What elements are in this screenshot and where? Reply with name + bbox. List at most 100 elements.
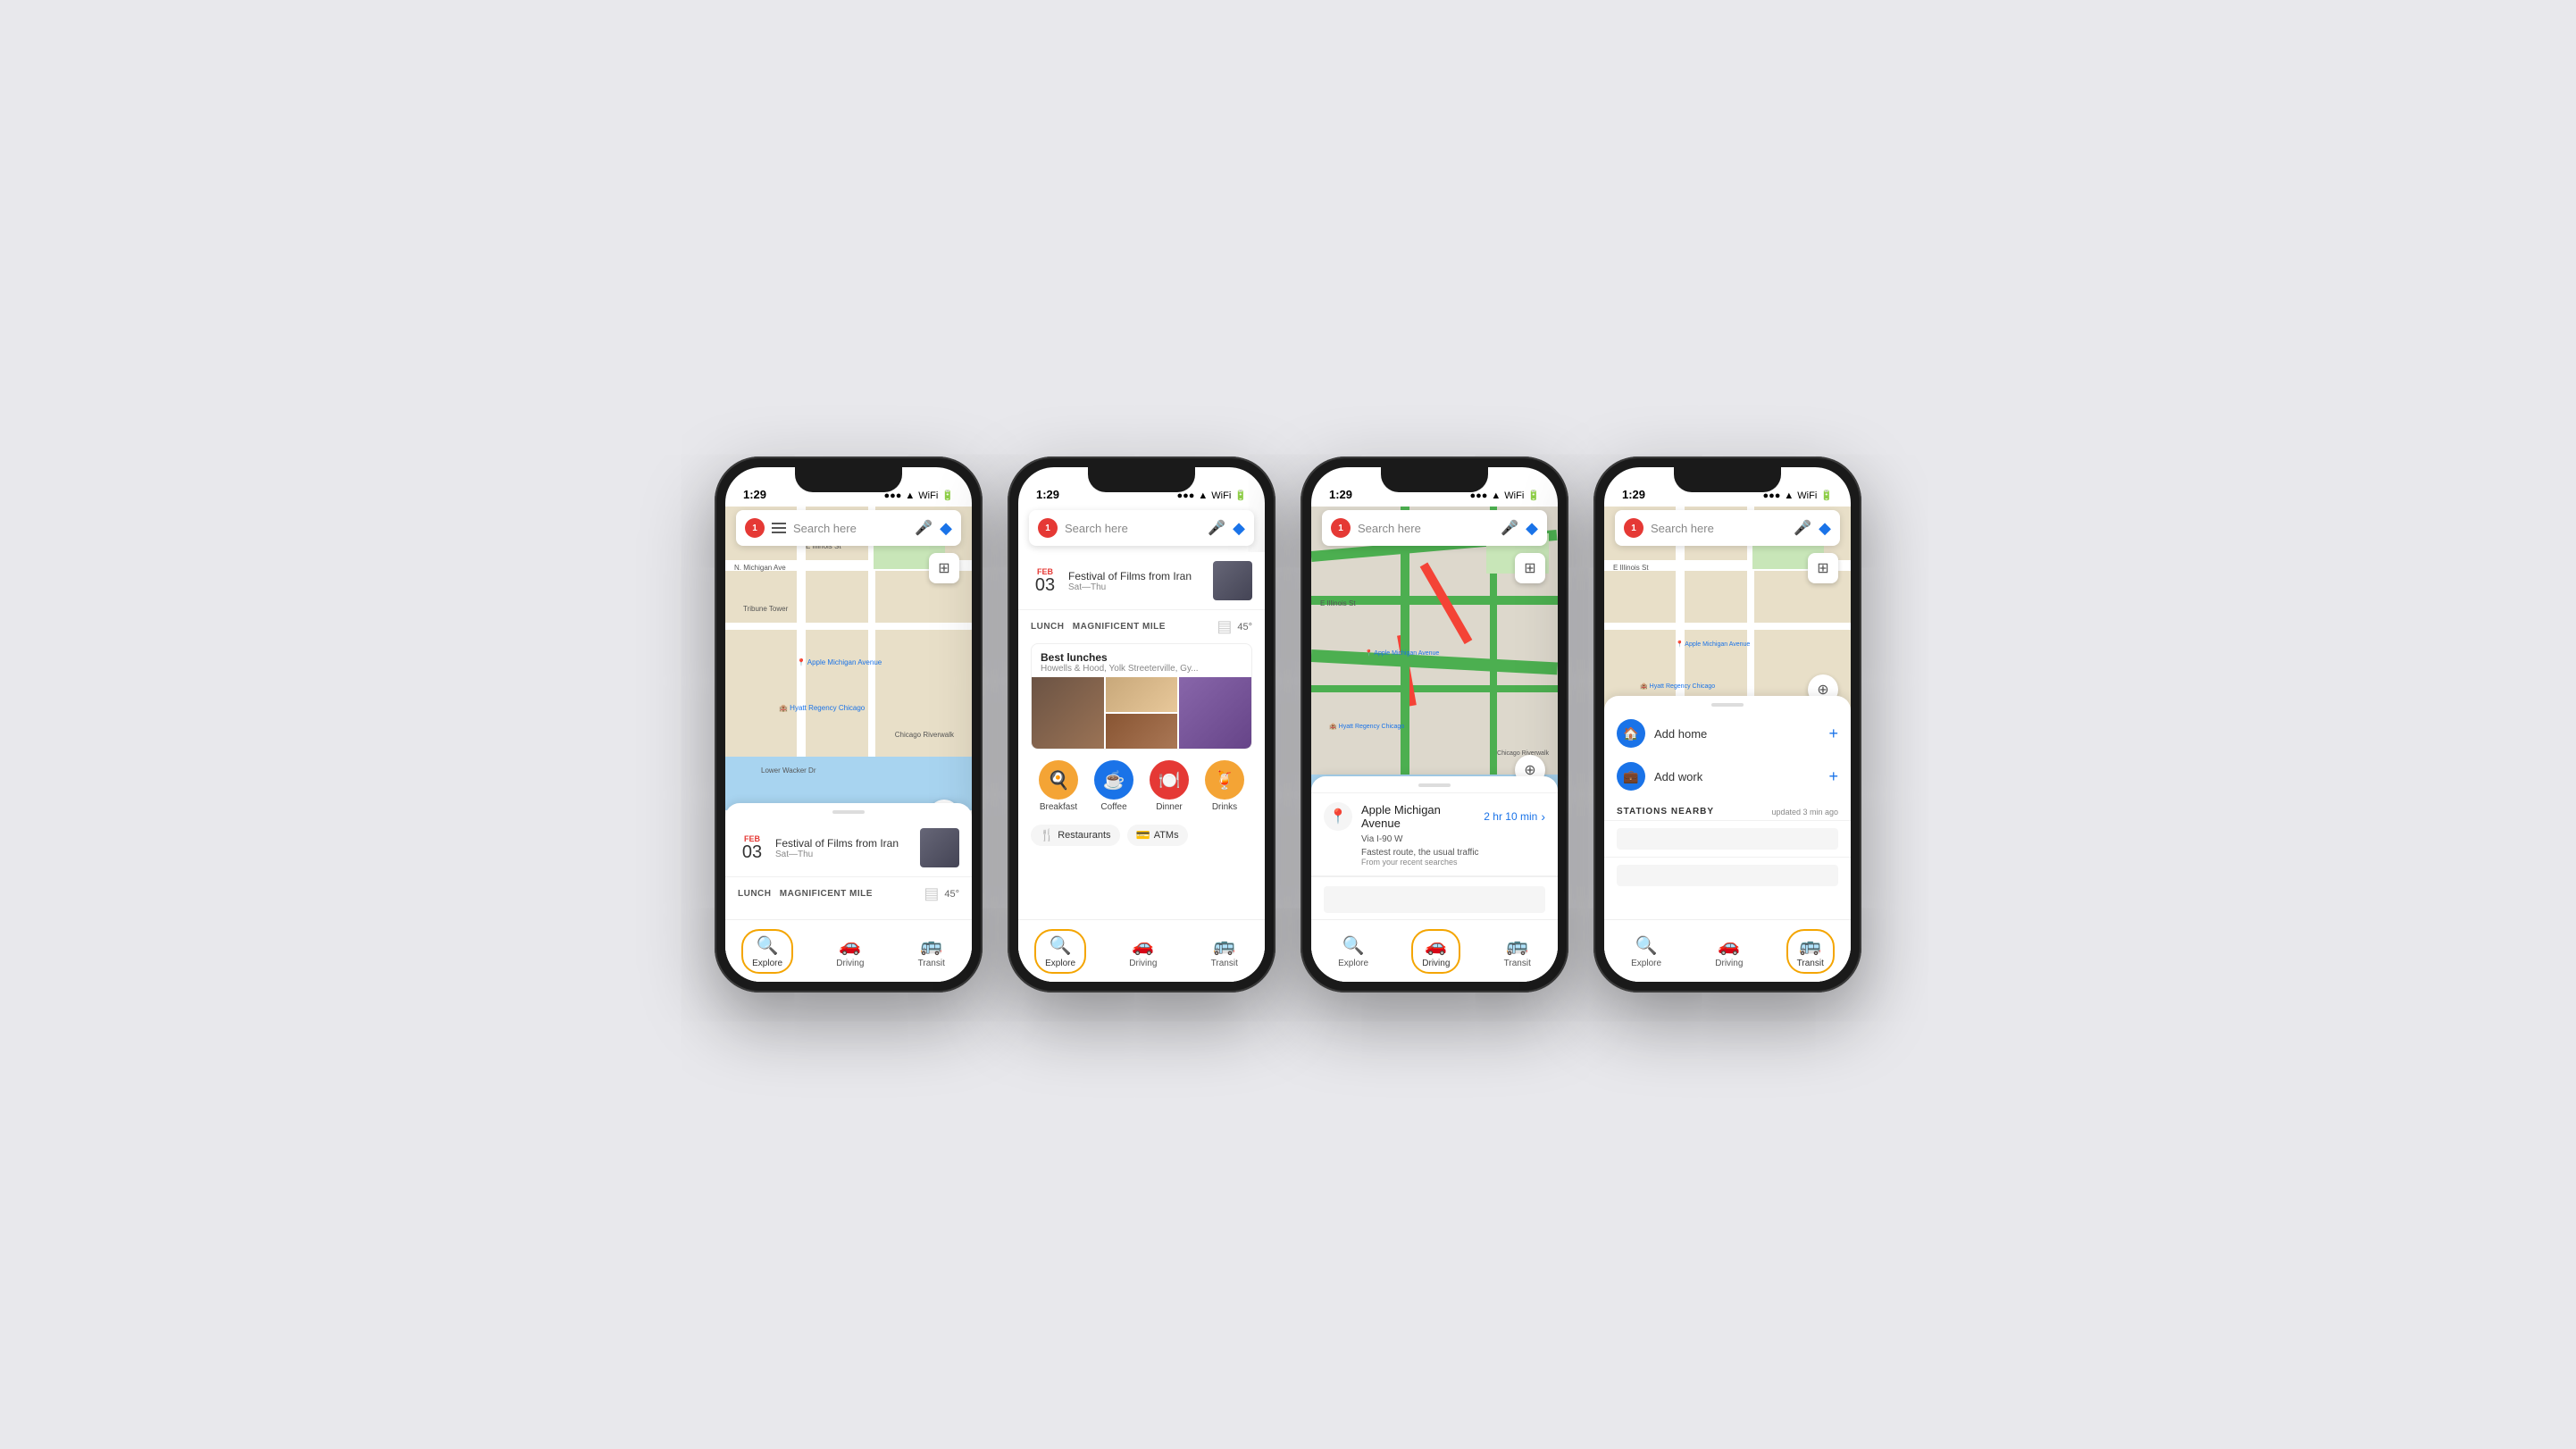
nav-driving-2[interactable]: 🚗 Driving <box>1118 929 1167 974</box>
mic-icon-4[interactable]: 🎤 <box>1794 519 1811 537</box>
nav-explore-label-4: Explore <box>1631 959 1661 968</box>
best-card-2[interactable]: Best lunches Howells & Hood, Yolk Street… <box>1031 643 1252 750</box>
search-bar-3[interactable]: 1 Search here 🎤 ◆ <box>1322 510 1547 546</box>
phone-screen-3: 1:29 ●●● ▲ WiFi 🔋 <box>1311 467 1558 982</box>
bottom-nav-3: 🔍 Explore 🚗 Driving 🚌 Transit <box>1311 919 1558 982</box>
phone-2: 1:29 ●●● ▲ WiFi 🔋 1 Search here 🎤 ◆ <box>1008 456 1275 993</box>
nav-transit-3[interactable]: 🚌 Transit <box>1493 929 1542 974</box>
layer-btn-3[interactable]: ⊞ <box>1515 553 1545 583</box>
search-bar-1[interactable]: 1 Search here 🎤 ◆ <box>736 510 961 546</box>
station-item-1-4[interactable] <box>1604 820 1851 857</box>
search-input-3[interactable]: Search here <box>1358 522 1493 535</box>
notch-3 <box>1381 467 1488 492</box>
status-time-3: 1:29 <box>1329 488 1352 501</box>
nav-icon-2[interactable]: ◆ <box>1233 519 1245 538</box>
status-icons-1: ●●● ▲ WiFi 🔋 <box>883 490 954 501</box>
event-thumb-1 <box>920 828 959 867</box>
nav-explore-1[interactable]: 🔍 Explore <box>741 929 793 974</box>
event-card-1[interactable]: FEB 03 Festival of Films from Iran Sat—T… <box>725 819 972 877</box>
home-icon-4: 🏠 <box>1617 719 1645 748</box>
nav-explore-4[interactable]: 🔍 Explore <box>1620 929 1672 974</box>
status-icons-2: ●●● ▲ WiFi 🔋 <box>1176 490 1247 501</box>
stations-header-4: STATIONS NEARBY updated 3 min ago <box>1604 798 1851 820</box>
bottom-nav-4: 🔍 Explore 🚗 Driving 🚌 Transit <box>1604 919 1851 982</box>
work-icon-4: 💼 <box>1617 762 1645 791</box>
nav-icon-1[interactable]: ◆ <box>940 519 952 538</box>
nav-driving-1[interactable]: 🚗 Driving <box>825 929 874 974</box>
add-home-4[interactable]: 🏠 Add home + <box>1604 712 1851 755</box>
location-pin-3: 📍 <box>1324 802 1352 831</box>
search-bar-2[interactable]: 1 Search here 🎤 ◆ <box>1029 510 1254 546</box>
food-image-1 <box>1032 677 1104 749</box>
phone-screen-2: 1:29 ●●● ▲ WiFi 🔋 1 Search here 🎤 ◆ <box>1018 467 1265 982</box>
search-input-4[interactable]: Search here <box>1651 522 1786 535</box>
cat-coffee-2[interactable]: ☕ Coffee <box>1094 760 1133 812</box>
event-info-2: Festival of Films from Iran Sat—Thu <box>1068 570 1204 592</box>
nav-transit-2[interactable]: 🚌 Transit <box>1200 929 1249 974</box>
location-card-3[interactable]: 📍 Apple Michigan Avenue 2 hr 10 min › Vi… <box>1311 792 1558 876</box>
search-input-2[interactable]: Search here <box>1065 522 1200 535</box>
nav-transit-label-1: Transit <box>918 959 945 968</box>
layer-btn-1[interactable]: ⊞ <box>929 553 959 583</box>
phone-frame-4: 1:29 ●●● ▲ WiFi 🔋 <box>1593 456 1861 993</box>
nav-explore-2[interactable]: 🔍 Explore <box>1034 929 1086 974</box>
cat-drinks-2[interactable]: 🍹 Drinks <box>1205 760 1244 812</box>
alert-badge-4: 1 <box>1624 518 1643 538</box>
phone-screen-4: 1:29 ●●● ▲ WiFi 🔋 <box>1604 467 1851 982</box>
alert-badge-3: 1 <box>1331 518 1351 538</box>
nav-driving-label-2: Driving <box>1129 959 1157 968</box>
explore-icon-2: 🔍 <box>1050 934 1072 957</box>
driving-icon-3: 🚗 <box>1425 934 1447 957</box>
explore-icon-4: 🔍 <box>1635 934 1658 957</box>
explore-icon-1: 🔍 <box>757 934 779 957</box>
mic-icon-2[interactable]: 🎤 <box>1208 519 1225 537</box>
nav-driving-label-3: Driving <box>1422 959 1450 968</box>
event-date-1: FEB 03 <box>738 834 766 861</box>
category-icons-2: 🍳 Breakfast ☕ Coffee 🍽️ Dinner 🍹 <box>1018 753 1265 819</box>
search-bar-4[interactable]: 1 Search here 🎤 ◆ <box>1615 510 1840 546</box>
hamburger-icon-1 <box>772 523 786 533</box>
bottom-nav-2: 🔍 Explore 🚗 Driving 🚌 Transit <box>1018 919 1265 982</box>
phone-3: 1:29 ●●● ▲ WiFi 🔋 <box>1301 456 1568 993</box>
layer-btn-4[interactable]: ⊞ <box>1808 553 1838 583</box>
cat-breakfast-2[interactable]: 🍳 Breakfast <box>1039 760 1078 812</box>
alert-badge-2: 1 <box>1038 518 1058 538</box>
nav-transit-4[interactable]: 🚌 Transit <box>1786 929 1835 974</box>
nav-explore-3[interactable]: 🔍 Explore <box>1327 929 1379 974</box>
mic-icon-1[interactable]: 🎤 <box>915 519 933 537</box>
phone-frame-1: 1:29 ●●● ▲ WiFi 🔋 <box>715 456 983 993</box>
sheet-handle-1 <box>832 810 865 814</box>
add-work-4[interactable]: 💼 Add work + <box>1604 755 1851 798</box>
status-time-4: 1:29 <box>1622 488 1645 501</box>
nav-driving-4[interactable]: 🚗 Driving <box>1704 929 1753 974</box>
map-bg-1: N. Michigan Ave E Illinois St Tribune To… <box>725 507 972 810</box>
food-image-3 <box>1106 714 1178 749</box>
nav-transit-label-2: Transit <box>1211 959 1238 968</box>
phone-1: 1:29 ●●● ▲ WiFi 🔋 <box>715 456 983 993</box>
nav-icon-3[interactable]: ◆ <box>1526 519 1538 538</box>
nav-transit-1[interactable]: 🚌 Transit <box>907 929 956 974</box>
station-item-2-4[interactable] <box>1604 857 1851 893</box>
mic-icon-3[interactable]: 🎤 <box>1501 519 1518 537</box>
nav-icon-4[interactable]: ◆ <box>1819 519 1831 538</box>
cat-dinner-2[interactable]: 🍽️ Dinner <box>1150 760 1189 812</box>
notch-2 <box>1088 467 1195 492</box>
full-sheet-2: FEB 03 Festival of Films from Iran Sat—T… <box>1018 552 1265 982</box>
transit-icon-2: 🚌 <box>1213 934 1235 957</box>
lunch-header-1: LUNCH MAGNIFICENT MILE ▤ 45° <box>725 877 972 907</box>
filter-restaurants-2[interactable]: 🍴 Restaurants <box>1031 825 1120 846</box>
notch-1 <box>795 467 902 492</box>
nav-explore-label-2: Explore <box>1045 959 1075 968</box>
event-card-2[interactable]: FEB 03 Festival of Films from Iran Sat—T… <box>1018 552 1265 610</box>
nav-driving-3[interactable]: 🚗 Driving <box>1411 929 1460 974</box>
search-input-1[interactable]: Search here <box>793 522 907 535</box>
lunch-header-2: LUNCH MAGNIFICENT MILE ▤ 45° <box>1018 610 1265 640</box>
lunch-title-2: LUNCH MAGNIFICENT MILE <box>1031 622 1166 632</box>
nav-explore-label-3: Explore <box>1338 959 1368 968</box>
sheet-handle-3 <box>1418 783 1451 787</box>
filter-atms-2[interactable]: 💳 ATMs <box>1127 825 1188 846</box>
nav-driving-label-4: Driving <box>1715 959 1743 968</box>
phones-showcase: 1:29 ●●● ▲ WiFi 🔋 <box>679 421 1897 1028</box>
nav-explore-label-1: Explore <box>752 959 782 968</box>
status-time-1: 1:29 <box>743 488 766 501</box>
